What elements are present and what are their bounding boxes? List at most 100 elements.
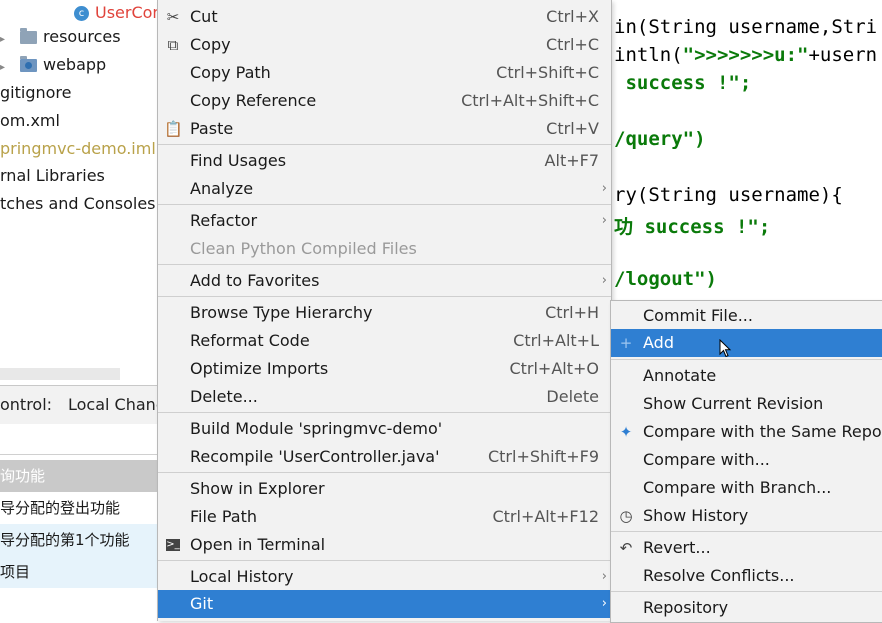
menu-item-shortcut: Ctrl+V (546, 119, 599, 138)
tree-item-pom[interactable]: om.xml (0, 108, 60, 134)
commit-row[interactable]: 项目 (0, 556, 158, 588)
commit-row[interactable]: 询功能 (0, 460, 158, 492)
menu-item-copy[interactable]: ⧉ Copy Ctrl+C (158, 31, 611, 59)
menu-item-recompile[interactable]: Recompile 'UserController.java' Ctrl+Shi… (158, 443, 611, 471)
plus-icon: + (619, 334, 633, 352)
submenu-item-revert[interactable]: ↶ Revert... (611, 534, 882, 562)
menu-item-refactor[interactable]: Refactor › (158, 207, 611, 235)
submenu-arrow-icon: › (601, 569, 607, 584)
tree-item-label: om.xml (0, 111, 60, 130)
menu-item-shortcut: Ctrl+X (546, 7, 599, 26)
menu-item-copy-path[interactable]: Copy Path Ctrl+Shift+C (158, 59, 611, 87)
code-string: /query") (614, 128, 706, 150)
code-line: ry(String username){ (614, 184, 843, 206)
menu-item-label: Show in Explorer (190, 479, 325, 498)
menu-item-cut[interactable]: ✂ Cut Ctrl+X (158, 3, 611, 31)
menu-separator (158, 204, 611, 205)
submenu-item-annotate[interactable]: Annotate (611, 362, 882, 390)
code-line: 功 success !"; (614, 212, 770, 239)
submenu-item-label: Annotate (643, 366, 717, 385)
menu-item-paste[interactable]: 📋 Paste Ctrl+V (158, 115, 611, 143)
log-search-input[interactable] (0, 424, 158, 455)
menu-item-show-in-explorer[interactable]: Show in Explorer (158, 475, 611, 503)
tree-item-external-libraries[interactable]: rnal Libraries (0, 163, 105, 189)
terminal-icon: >_ (166, 539, 180, 551)
menu-item-add-to-favorites[interactable]: Add to Favorites › (158, 267, 611, 295)
menu-item-reformat-code[interactable]: Reformat Code Ctrl+Alt+L (158, 327, 611, 355)
folder-icon (20, 28, 37, 44)
menu-item-label: Recompile 'UserController.java' (190, 447, 440, 466)
commit-row[interactable]: 导分配的登出功能 (0, 492, 158, 524)
menu-item-shortcut: Delete (546, 387, 599, 406)
submenu-item-compare-with[interactable]: Compare with... (611, 446, 882, 474)
submenu-item-label: Commit File... (643, 306, 753, 325)
tree-item-label: gitignore (0, 83, 72, 102)
menu-item-build-module[interactable]: Build Module 'springmvc-demo' (158, 415, 611, 443)
menu-separator (611, 531, 882, 532)
menu-item-analyze[interactable]: Analyze › (158, 175, 611, 203)
menu-item-label: Git (190, 594, 214, 613)
tree-item-resources[interactable]: ▸ resources (0, 24, 121, 50)
menu-item-local-history[interactable]: Local History › (158, 563, 611, 591)
submenu-item-label: Revert... (643, 538, 711, 557)
menu-item-optimize-imports[interactable]: Optimize Imports Ctrl+Alt+O (158, 355, 611, 383)
tree-item-label: rnal Libraries (0, 166, 105, 185)
menu-item-find-usages[interactable]: Find Usages Alt+F7 (158, 147, 611, 175)
submenu-item-resolve-conflicts[interactable]: Resolve Conflicts... (611, 562, 882, 590)
menu-item-open-in-terminal[interactable]: >_ Open in Terminal (158, 531, 611, 559)
code-string: ">>>>>>>u:" (682, 44, 809, 66)
code-line: /query") (614, 128, 706, 150)
code-line: success !"; (614, 72, 751, 94)
menu-item-shortcut: Ctrl+Alt+F12 (492, 507, 599, 526)
submenu-item-commit-file[interactable]: Commit File... (611, 302, 882, 330)
code-text: in(String username,Stri (614, 16, 878, 38)
menu-item-shortcut: Ctrl+C (545, 35, 599, 54)
menu-item-git[interactable]: Git › (158, 590, 611, 618)
menu-item-clean-python: Clean Python Compiled Files (158, 235, 611, 263)
commit-message: 询功能 (0, 467, 46, 485)
commit-message: 导分配的登出功能 (0, 499, 121, 517)
tree-item-label: tches and Consoles (0, 194, 156, 213)
tab-local-changes[interactable]: Local Chang (68, 395, 166, 414)
code-string: success !"; (614, 72, 752, 94)
tree-item-webapp[interactable]: ▸ webapp (0, 52, 106, 78)
menu-item-file-path[interactable]: File Path Ctrl+Alt+F12 (158, 503, 611, 531)
commit-message: 导分配的第1个功能 (0, 531, 130, 549)
menu-item-label: Local History (190, 567, 294, 586)
submenu-item-compare-with-branch[interactable]: Compare with Branch... (611, 474, 882, 502)
menu-item-label: Copy Path (190, 63, 271, 82)
menu-item-copy-reference[interactable]: Copy Reference Ctrl+Alt+Shift+C (158, 87, 611, 115)
submenu-item-add[interactable]: + Add (611, 329, 882, 357)
submenu-arrow-icon: › (601, 273, 607, 288)
tree-item-selected-file[interactable]: c UserCon (74, 0, 163, 26)
menu-separator (158, 412, 611, 413)
tree-item-label: UserCon (95, 3, 163, 22)
tree-item-gitignore[interactable]: gitignore (0, 80, 71, 106)
tree-item-iml[interactable]: pringmvc-demo.iml (0, 136, 156, 162)
version-control-header: ontrol: Local Chang (0, 385, 166, 425)
project-panel: c UserCon ▸ resources ▸ webapp gitignore om… (0, 0, 163, 385)
version-control-label: ontrol: (0, 395, 53, 414)
submenu-item-label: Resolve Conflicts... (643, 566, 795, 585)
horizontal-scrollbar[interactable] (0, 368, 120, 380)
context-menu: ✂ Cut Ctrl+X ⧉ Copy Ctrl+C Copy Path Ctr… (157, 0, 612, 621)
code-line: /logout") (614, 268, 717, 290)
tree-item-scratches[interactable]: tches and Consoles (0, 191, 156, 217)
submenu-item-repository[interactable]: Repository (611, 594, 882, 622)
submenu-item-label: Compare with... (643, 450, 770, 469)
menu-item-delete[interactable]: Delete... Delete (158, 383, 611, 411)
scissors-icon: ✂ (166, 8, 180, 26)
submenu-item-compare-same-repo[interactable]: ✦ Compare with the Same Repos (611, 418, 882, 446)
menu-item-browse-type-hierarchy[interactable]: Browse Type Hierarchy Ctrl+H (158, 299, 611, 327)
menu-item-label: Browse Type Hierarchy (190, 303, 373, 322)
tree-expand-icon[interactable]: ▸ (0, 27, 10, 53)
submenu-item-show-history[interactable]: ◷ Show History (611, 502, 882, 530)
code-editor[interactable]: in(String username,Stri intln(">>>>>>>u:… (610, 0, 882, 300)
menu-item-label: Add to Favorites (190, 271, 320, 290)
submenu-item-show-current-revision[interactable]: Show Current Revision (611, 390, 882, 418)
menu-item-label: Clean Python Compiled Files (190, 239, 417, 258)
commit-row[interactable]: 导分配的第1个功能 (0, 524, 158, 556)
tree-expand-icon[interactable]: ▸ (0, 55, 10, 81)
commit-message: 项目 (0, 563, 31, 581)
menu-separator (158, 144, 611, 145)
